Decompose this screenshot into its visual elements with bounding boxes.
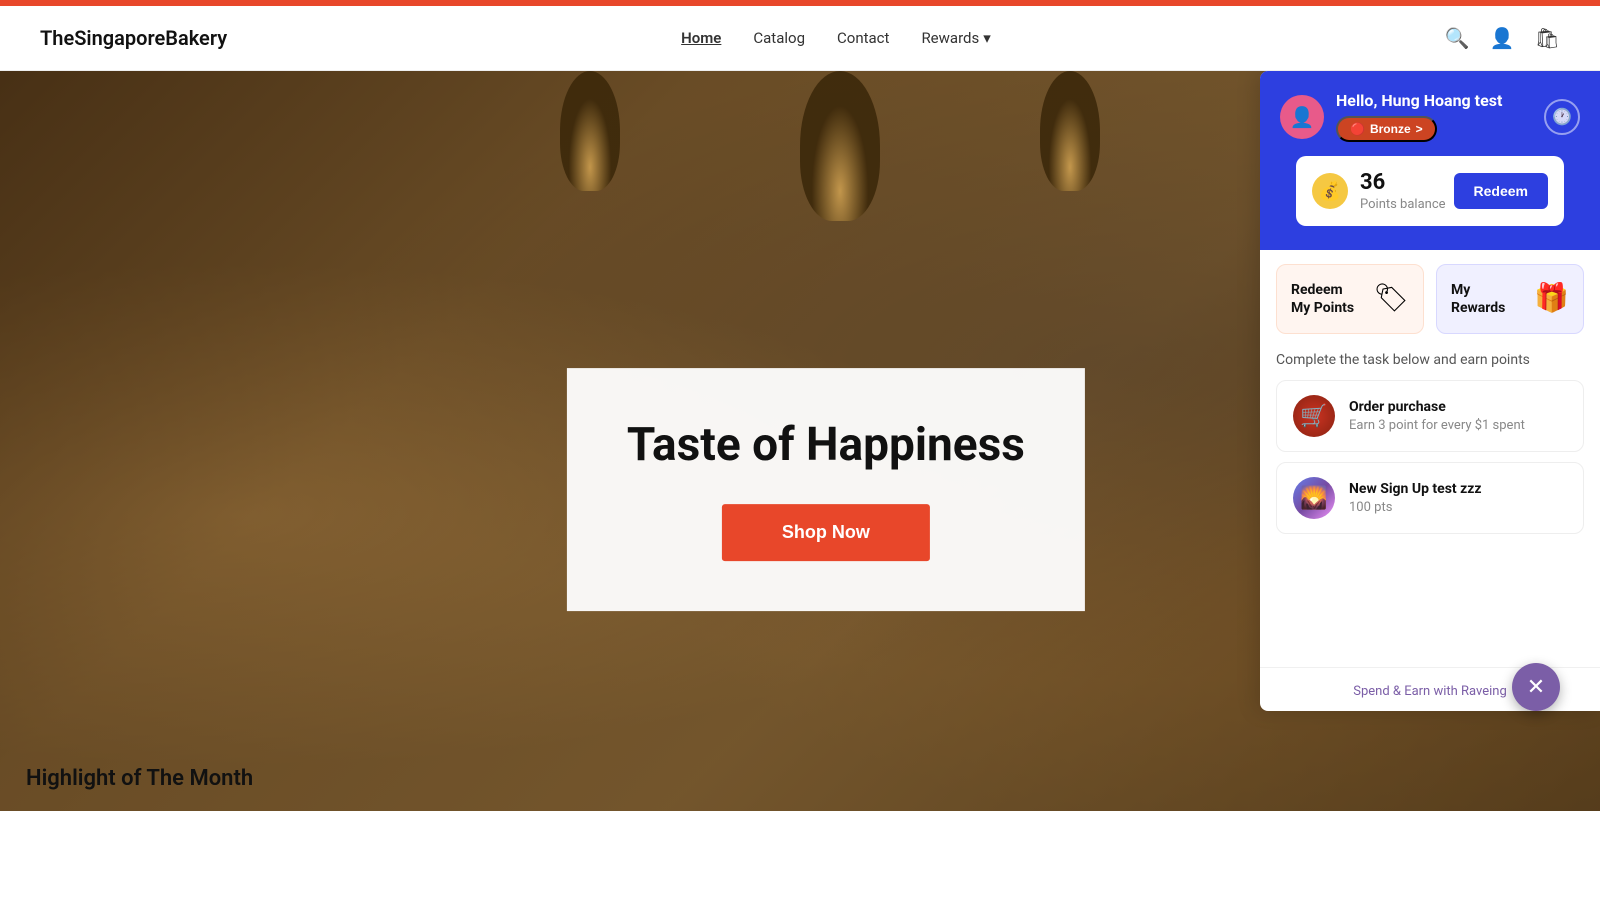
task-order-name: Order purchase: [1349, 399, 1525, 415]
user-name: Hello, Hung Hoang test: [1336, 91, 1502, 110]
hero: Taste of Happiness Shop Now 👤 Hello, Hun…: [0, 71, 1600, 811]
nav-contact[interactable]: Contact: [837, 29, 889, 47]
close-fab-button[interactable]: ✕: [1512, 663, 1560, 711]
tier-arrow-icon: >: [1416, 122, 1423, 136]
task-signup-info: New Sign Up test zzz 100 pts: [1349, 481, 1482, 515]
task-signup-name: New Sign Up test zzz: [1349, 481, 1482, 497]
lamp-decoration-3: [1040, 71, 1100, 191]
search-icon[interactable]: 🔍: [1445, 26, 1470, 50]
points-balance-card: 💰 36 Points balance Redeem: [1296, 156, 1564, 226]
header: TheSingaporeBakery Home Catalog Contact …: [0, 6, 1600, 71]
points-left: 💰 36 Points balance: [1312, 170, 1446, 212]
rewards-user: 👤 Hello, Hung Hoang test 🔴 Bronze >: [1280, 91, 1502, 142]
nav: Home Catalog Contact Rewards ▾: [681, 29, 991, 47]
account-icon[interactable]: 👤: [1490, 26, 1515, 50]
lamp-decoration-2: [800, 71, 880, 221]
avatar: 👤: [1280, 95, 1324, 139]
task-signup[interactable]: 🌄 New Sign Up test zzz 100 pts: [1276, 462, 1584, 534]
cart-icon[interactable]: 🛍: [1535, 26, 1560, 50]
my-rewards-label: MyRewards: [1451, 281, 1505, 317]
rewards-header: 👤 Hello, Hung Hoang test 🔴 Bronze > 🕐: [1260, 71, 1600, 250]
history-button[interactable]: 🕐: [1544, 99, 1580, 135]
coin-icon: 💰: [1319, 181, 1341, 202]
points-info: 36 Points balance: [1360, 170, 1446, 212]
points-number: 36: [1360, 170, 1446, 195]
nav-rewards[interactable]: Rewards ▾: [921, 29, 990, 47]
task-signup-desc: 100 pts: [1349, 500, 1482, 515]
points-label: Points balance: [1360, 197, 1446, 212]
redeem-my-points-card[interactable]: RedeemMy Points 🏷: [1276, 264, 1424, 334]
redeem-points-icon: 🏷: [1373, 281, 1409, 314]
close-icon: ✕: [1527, 674, 1545, 700]
points-icon: 💰: [1312, 173, 1348, 209]
avatar-icon: 👤: [1290, 105, 1315, 129]
redeem-points-label: RedeemMy Points: [1291, 281, 1354, 317]
rewards-panel: 👤 Hello, Hung Hoang test 🔴 Bronze > 🕐: [1260, 71, 1600, 711]
tier-icon: 🔴: [1350, 122, 1365, 136]
task-signup-icon: 🌄: [1293, 477, 1335, 519]
logo[interactable]: TheSingaporeBakery: [40, 26, 227, 50]
task-order-info: Order purchase Earn 3 point for every $1…: [1349, 399, 1525, 433]
task-order-desc: Earn 3 point for every $1 spent: [1349, 418, 1525, 433]
tier-badge[interactable]: 🔴 Bronze >: [1336, 116, 1437, 142]
shop-now-button[interactable]: Shop Now: [722, 504, 930, 561]
my-rewards-icon: 🎁: [1534, 281, 1569, 314]
earn-title: Complete the task below and earn points: [1276, 352, 1584, 368]
task-order-purchase[interactable]: 🛒 Order purchase Earn 3 point for every …: [1276, 380, 1584, 452]
hero-content-box: Taste of Happiness Shop Now: [567, 368, 1085, 611]
highlight-text: Highlight of The Month: [26, 766, 253, 791]
user-info: Hello, Hung Hoang test 🔴 Bronze >: [1336, 91, 1502, 142]
my-rewards-card[interactable]: MyRewards 🎁: [1436, 264, 1584, 334]
spend-earn-link[interactable]: Spend & Earn with Raveing: [1353, 684, 1507, 699]
history-icon: 🕐: [1552, 107, 1572, 127]
nav-catalog[interactable]: Catalog: [753, 29, 805, 47]
earn-section: Complete the task below and earn points …: [1260, 348, 1600, 667]
rewards-header-top: 👤 Hello, Hung Hoang test 🔴 Bronze > 🕐: [1280, 91, 1580, 142]
hero-title: Taste of Happiness: [627, 418, 1025, 472]
header-icons: 🔍 👤 🛍: [1445, 26, 1560, 50]
redeem-button[interactable]: Redeem: [1454, 173, 1548, 209]
lamp-decoration-1: [560, 71, 620, 191]
action-cards: RedeemMy Points 🏷 MyRewards 🎁: [1260, 250, 1600, 348]
chevron-down-icon: ▾: [983, 29, 991, 47]
task-order-icon: 🛒: [1293, 395, 1335, 437]
tier-label: Bronze: [1370, 122, 1411, 136]
nav-home[interactable]: Home: [681, 29, 721, 47]
